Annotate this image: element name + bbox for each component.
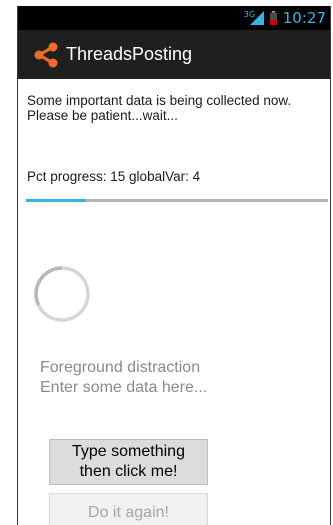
distraction-line-1: Foreground distraction <box>40 359 201 376</box>
status-clock: 10:27 <box>282 9 326 27</box>
button-label-line-2: then click me! <box>79 463 178 480</box>
status-indicators: 3G 10:27 <box>244 9 326 27</box>
status-bar: 3G 10:27 <box>18 6 330 30</box>
action-bar: ThreadsPosting <box>18 30 330 79</box>
distraction-line-2: Enter some data here... <box>40 379 208 396</box>
type-something-button[interactable]: Type something then click me! <box>49 439 208 485</box>
battery-icon <box>269 11 277 25</box>
distraction-text[interactable]: Foreground distraction Enter some data h… <box>40 358 207 398</box>
network-type-label: 3G <box>243 10 256 19</box>
progress-bar <box>26 199 328 202</box>
loading-spinner-icon <box>34 266 90 322</box>
phone-screen: 3G 10:27 ThreadsPosting Some important d… <box>17 6 331 525</box>
app-title: ThreadsPosting <box>66 44 193 64</box>
progress-bar-fill <box>26 199 87 202</box>
cell-signal-icon: 3G <box>244 10 264 25</box>
share-icon[interactable] <box>32 41 60 69</box>
button-label-line-1: Type something <box>72 443 185 460</box>
do-it-again-button[interactable]: Do it again! <box>49 493 208 525</box>
progress-label: Pct progress: 15 globalVar: 4 <box>27 169 201 184</box>
status-message: Some important data is being collected n… <box>27 93 292 123</box>
